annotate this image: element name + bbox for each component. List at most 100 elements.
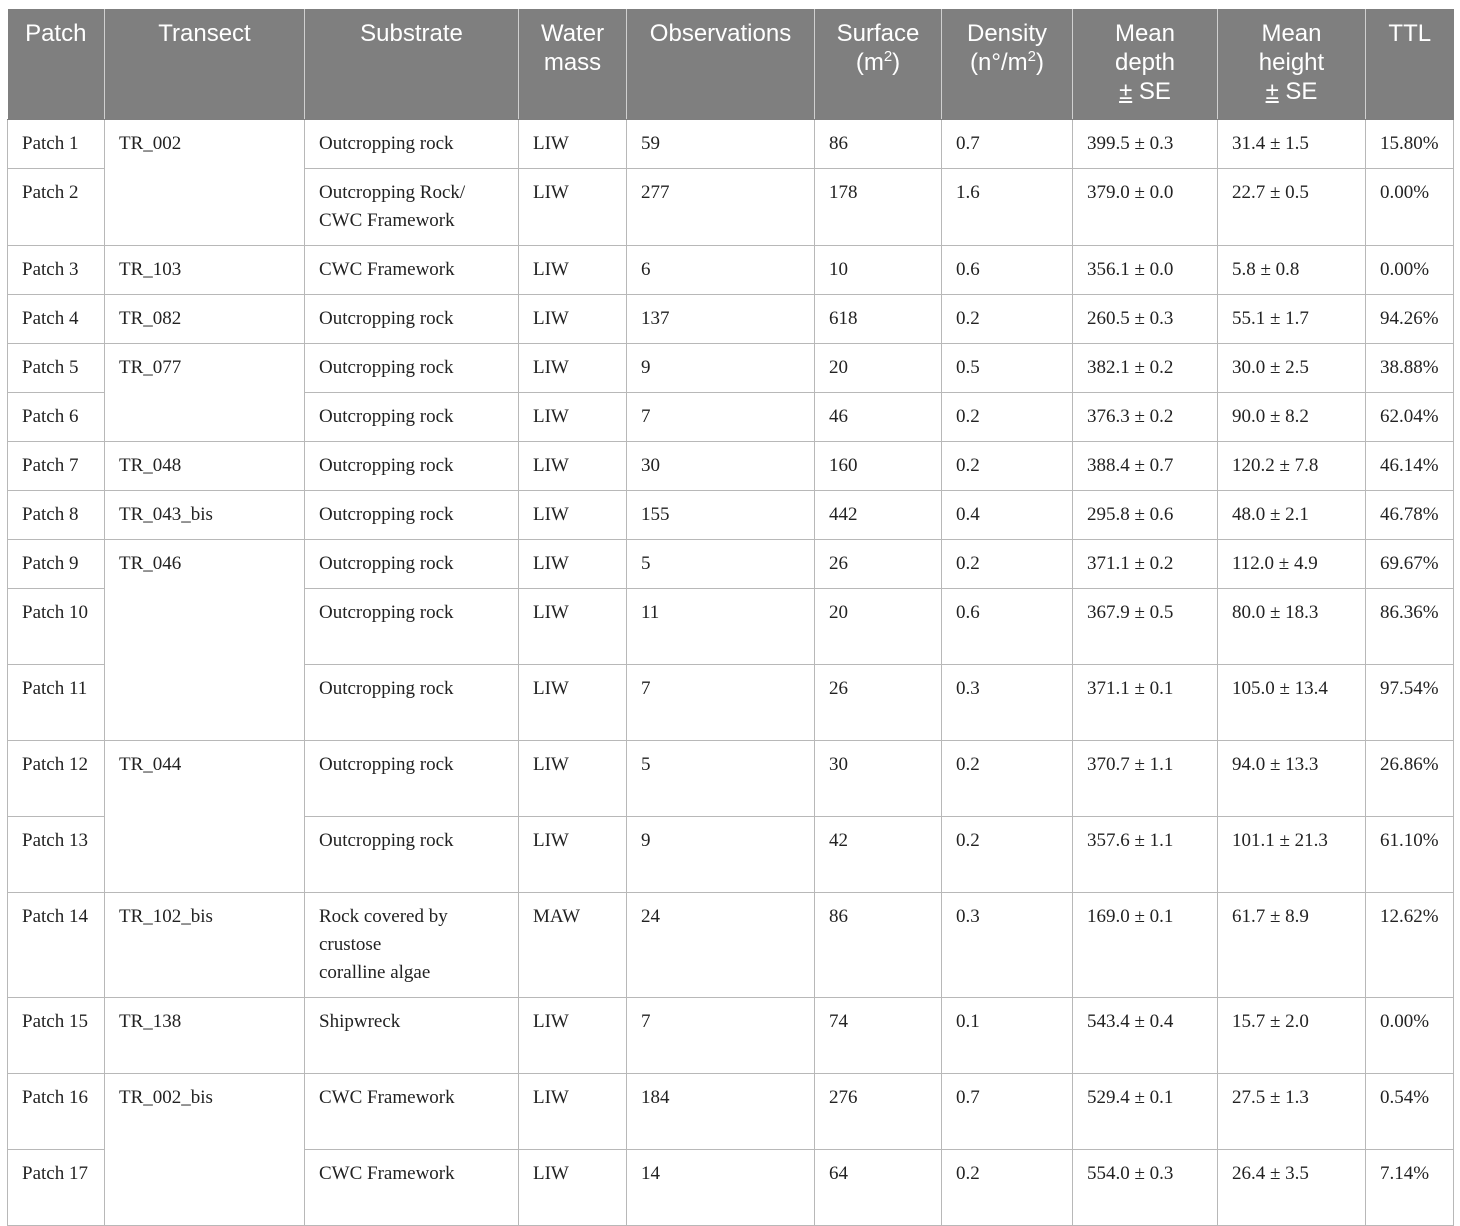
cell-patch: Patch 17: [7, 1148, 105, 1226]
cell-mean-height: 31.4 ± 1.5: [1217, 118, 1366, 169]
cell-observations: 184: [626, 1072, 815, 1150]
header-observations: Observations: [626, 9, 815, 120]
cell-observations: 9: [626, 815, 815, 893]
header-surface-unit-sup: 2: [883, 48, 893, 65]
cell-observations: 11: [626, 587, 815, 665]
cell-patch: Patch 1: [7, 118, 105, 169]
cell-mean-height: 101.1 ± 21.3: [1217, 815, 1366, 893]
cell-observations: 155: [626, 489, 815, 540]
cell-substrate: CWC Framework: [304, 1072, 519, 1150]
data-table: Patch Transect Substrate Water mass Obse…: [7, 9, 1454, 1226]
cell-mean-height: 5.8 ± 0.8: [1217, 244, 1366, 295]
cell-surface: 160: [814, 440, 942, 491]
cell-substrate: Shipwreck: [304, 996, 519, 1074]
cell-ttl: 69.67%: [1365, 538, 1454, 589]
cell-density: 0.2: [941, 293, 1073, 344]
cell-surface: 178: [814, 167, 942, 246]
cell-surface: 618: [814, 293, 942, 344]
cell-mean-depth: 260.5 ± 0.3: [1072, 293, 1218, 344]
cell-substrate: Outcropping rock: [304, 587, 519, 665]
cell-mean-height: 120.2 ± 7.8: [1217, 440, 1366, 491]
cell-ttl: 86.36%: [1365, 587, 1454, 665]
cell-patch: Patch 11: [7, 663, 105, 741]
cell-substrate: Outcropping rock: [304, 342, 519, 393]
cell-water-mass: LIW: [518, 244, 627, 295]
cell-mean-depth: 370.7 ± 1.1: [1072, 739, 1218, 817]
cell-surface: 46: [814, 391, 942, 442]
cell-water-mass: LIW: [518, 167, 627, 246]
cell-surface: 20: [814, 342, 942, 393]
cell-mean-depth: 356.1 ± 0.0: [1072, 244, 1218, 295]
cell-observations: 5: [626, 538, 815, 589]
cell-water-mass: LIW: [518, 996, 627, 1074]
cell-substrate: Rock covered by crustose coralline algae: [304, 891, 519, 998]
cell-mean-depth: 379.0 ± 0.0: [1072, 167, 1218, 246]
cell-transect: TR_044: [104, 739, 305, 893]
cell-surface: 74: [814, 996, 942, 1074]
cell-patch: Patch 5: [7, 342, 105, 393]
cell-substrate: Outcropping rock: [304, 118, 519, 169]
table-row: Patch 16 TR_002_bis CWC Framework LIW 18…: [7, 1072, 1454, 1226]
cell-mean-height: 30.0 ± 2.5: [1217, 342, 1366, 393]
cell-mean-height: 15.7 ± 2.0: [1217, 996, 1366, 1074]
cell-patch: Patch 7: [7, 440, 105, 491]
cell-ttl: 46.78%: [1365, 489, 1454, 540]
cell-patch: Patch 9: [7, 538, 105, 589]
cell-patch: Patch 2: [7, 167, 105, 246]
cell-mean-height: 27.5 ± 1.3: [1217, 1072, 1366, 1150]
cell-patch: Patch 13: [7, 815, 105, 893]
cell-surface: 26: [814, 663, 942, 741]
cell-substrate-line-1: Rock covered by: [319, 905, 448, 927]
cell-observations: 59: [626, 118, 815, 169]
header-mean-depth-1: Mean: [1114, 20, 1176, 47]
table-row: Patch 4 TR_082 Outcropping rock LIW 137 …: [7, 293, 1454, 344]
cell-substrate: Outcropping rock: [304, 489, 519, 540]
cell-ttl: 12.62%: [1365, 891, 1454, 998]
cell-mean-depth: 388.4 ± 0.7: [1072, 440, 1218, 491]
cell-mean-height: 55.1 ± 1.7: [1217, 293, 1366, 344]
header-surface-unit-post: ): [892, 49, 901, 76]
cell-mean-height: 112.0 ± 4.9: [1217, 538, 1366, 589]
cell-surface: 64: [814, 1148, 942, 1226]
cell-mean-height: 22.7 ± 0.5: [1217, 167, 1366, 246]
cell-density: 0.5: [941, 342, 1073, 393]
cell-substrate: CWC Framework: [304, 1148, 519, 1226]
cell-water-mass: LIW: [518, 1072, 627, 1150]
header-mean-depth-se: SE: [1138, 78, 1171, 105]
table-row: Patch 5 TR_077 Outcropping rock LIW 9 20…: [7, 342, 1454, 442]
header-mean-height-pm: ±: [1265, 78, 1279, 105]
cell-density: 0.7: [941, 118, 1073, 169]
cell-transect: TR_082: [104, 293, 305, 344]
cell-density: 0.6: [941, 587, 1073, 665]
cell-transect: TR_002_bis: [104, 1072, 305, 1226]
cell-observations: 137: [626, 293, 815, 344]
cell-ttl: 62.04%: [1365, 391, 1454, 442]
cell-transect: TR_046: [104, 538, 305, 741]
cell-substrate: Outcropping rock: [304, 815, 519, 893]
cell-water-mass: LIW: [518, 538, 627, 589]
cell-mean-depth: 371.1 ± 0.2: [1072, 538, 1218, 589]
header-surface-label: Surface: [836, 20, 920, 47]
cell-density: 0.4: [941, 489, 1073, 540]
header-mean-depth-pm: ±: [1119, 78, 1133, 105]
cell-surface: 86: [814, 891, 942, 998]
cell-mean-depth: 357.6 ± 1.1: [1072, 815, 1218, 893]
cell-observations: 6: [626, 244, 815, 295]
cell-density: 0.3: [941, 891, 1073, 998]
header-patch: Patch: [7, 9, 105, 120]
header-substrate: Substrate: [304, 9, 519, 120]
cell-mean-height: 105.0 ± 13.4: [1217, 663, 1366, 741]
cell-mean-depth: 543.4 ± 0.4: [1072, 996, 1218, 1074]
table-row: Patch 8 TR_043_bis Outcropping rock LIW …: [7, 489, 1454, 540]
cell-mean-height: 48.0 ± 2.1: [1217, 489, 1366, 540]
header-mean-height-1: Mean: [1261, 20, 1322, 47]
cell-water-mass: LIW: [518, 342, 627, 393]
cell-density: 0.2: [941, 538, 1073, 589]
cell-observations: 30: [626, 440, 815, 491]
table-row: Patch 9 TR_046 Outcropping rock LIW 5 26…: [7, 538, 1454, 741]
header-density-unit-pre: (n°/m: [970, 49, 1028, 76]
cell-surface: 442: [814, 489, 942, 540]
cell-ttl: 15.80%: [1365, 118, 1454, 169]
cell-water-mass: LIW: [518, 1148, 627, 1226]
cell-ttl: 38.88%: [1365, 342, 1454, 393]
